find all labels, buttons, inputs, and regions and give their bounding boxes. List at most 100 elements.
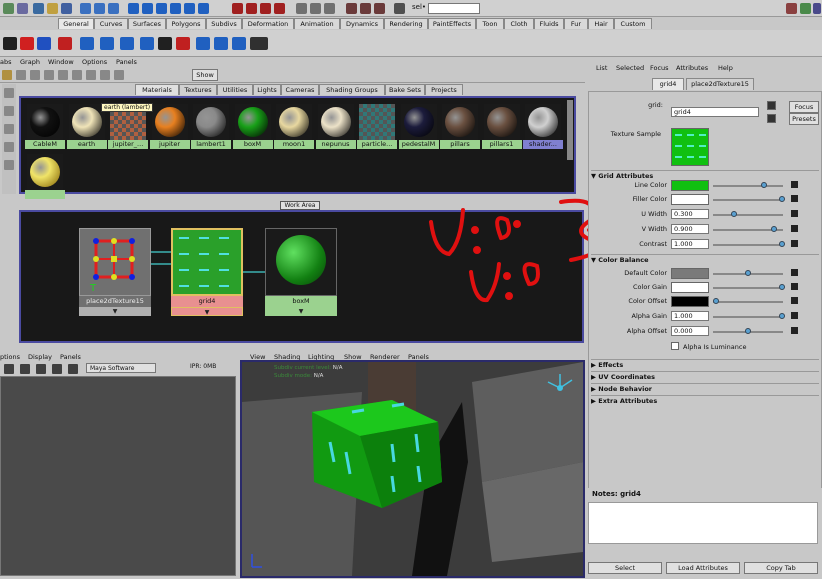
shelf-tab-painteffects[interactable]: PaintEffects [428, 18, 476, 29]
input-line-menu-icon[interactable] [394, 3, 405, 14]
select-button[interactable]: Select [588, 562, 662, 574]
map-button-icon[interactable] [791, 269, 798, 276]
render-menu-display[interactable]: Display [28, 353, 52, 361]
material-swatch[interactable]: pillars1 [481, 102, 522, 152]
shelf-tool-9-icon[interactable] [158, 37, 172, 50]
open-scene-icon[interactable] [47, 3, 58, 14]
material-swatch[interactable]: CableM [25, 102, 65, 152]
material-swatch[interactable]: moon1 [274, 102, 314, 152]
shelf-tool-7-icon[interactable] [120, 37, 134, 50]
slider-knob[interactable] [779, 284, 785, 290]
node-grid4[interactable]: grid4 ▼ [171, 228, 243, 320]
material-swatch[interactable]: particle... [357, 102, 397, 152]
slider-knob[interactable] [779, 241, 785, 247]
material-swatch-row2[interactable] [25, 152, 65, 202]
outputs-icon[interactable] [324, 3, 335, 14]
shelf-tool-5-icon[interactable] [80, 37, 94, 50]
node-expand-bar[interactable]: ▼ [79, 307, 151, 316]
mask-deform-icon[interactable] [184, 3, 195, 14]
node-expand-bar[interactable]: ▼ [171, 307, 243, 316]
shelf-tool-8-icon[interactable] [140, 37, 154, 50]
line-color-swatch[interactable] [671, 180, 709, 191]
select-component-icon[interactable] [108, 3, 119, 14]
shelf-tab-subdivs[interactable]: Subdivs [206, 18, 242, 29]
ae-menu-help[interactable]: Help [718, 64, 733, 72]
alpha-gain-field[interactable]: 1.000 [671, 311, 709, 321]
map-button-icon[interactable] [791, 312, 798, 319]
shelf-tab-surfaces[interactable]: Surfaces [128, 18, 166, 29]
side-tool-5-icon[interactable] [4, 160, 14, 170]
alpha-is-luminance-checkbox[interactable] [671, 342, 679, 350]
shelf-tab-toon[interactable]: Toon [476, 18, 504, 29]
hs-menu-window[interactable]: Window [48, 58, 74, 66]
slider-knob[interactable] [745, 328, 751, 334]
select-object-icon[interactable] [94, 3, 105, 14]
snap-point-icon[interactable] [260, 3, 271, 14]
tab-projects[interactable]: Projects [425, 84, 463, 95]
mask-joint-icon[interactable] [142, 3, 153, 14]
v-width-field[interactable]: 0.900 [671, 224, 709, 234]
menu-set-icon[interactable] [17, 3, 28, 14]
channel-box-toggle-icon[interactable] [813, 3, 821, 14]
renderer-dropdown[interactable]: Maya Software [86, 363, 156, 373]
tab-cameras[interactable]: Cameras [281, 84, 319, 95]
materials-scrollbar[interactable] [567, 100, 573, 160]
ipr-render-icon[interactable] [360, 3, 371, 14]
inputs-icon[interactable] [310, 3, 321, 14]
shelf-tool-3-icon[interactable] [37, 37, 51, 50]
line-color-slider[interactable] [713, 185, 783, 187]
save-scene-icon[interactable] [61, 3, 72, 14]
snap-curve-icon[interactable] [246, 3, 257, 14]
tab-work-area[interactable]: Work Area [280, 201, 320, 210]
mask-curve-icon[interactable] [156, 3, 167, 14]
side-tool-4-icon[interactable] [4, 142, 14, 152]
map-button-icon[interactable] [791, 225, 798, 232]
show-button[interactable]: Show [192, 69, 218, 81]
shelf-tool-14-icon[interactable] [250, 37, 268, 50]
slider-knob[interactable] [745, 270, 751, 276]
hs-menu-panels[interactable]: Panels [116, 58, 137, 66]
hs-menu-abs[interactable]: abs [0, 58, 12, 66]
shelf-tool-6-icon[interactable] [100, 37, 114, 50]
material-swatch[interactable]: nepunus [315, 102, 356, 152]
shelf-tab-rendering[interactable]: Rendering [384, 18, 428, 29]
map-button-icon[interactable] [791, 210, 798, 217]
shelf-tool-13-icon[interactable] [232, 37, 246, 50]
shelf-tab-curves[interactable]: Curves [94, 18, 128, 29]
tool-settings-toggle-icon[interactable] [800, 3, 811, 14]
section-color-balance[interactable]: ▼ Color Balance [591, 254, 819, 265]
shelf-tab-fur[interactable]: Fur [564, 18, 588, 29]
map-button-icon[interactable] [791, 327, 798, 334]
slider-knob[interactable] [713, 298, 719, 304]
selection-field[interactable] [428, 3, 480, 14]
alpha-offset-field[interactable]: 0.000 [671, 326, 709, 336]
attribute-editor-toggle-icon[interactable] [786, 3, 797, 14]
alpha-gain-slider[interactable] [713, 316, 783, 318]
output-connection-icon[interactable] [767, 114, 776, 123]
clear-graph-icon[interactable] [58, 70, 68, 80]
load-attributes-button[interactable]: Load Attributes [666, 562, 740, 574]
shelf-tab-animation[interactable]: Animation [294, 18, 340, 29]
filler-color-slider[interactable] [713, 199, 783, 201]
material-swatch[interactable]: boxM [232, 102, 273, 152]
map-button-icon[interactable] [791, 297, 798, 304]
section-node-behavior[interactable]: ▶ Node Behavior [591, 383, 819, 394]
shelf-tool-2-icon[interactable] [20, 37, 34, 50]
contrast-field[interactable]: 1.000 [671, 239, 709, 249]
color-gain-swatch[interactable] [671, 282, 709, 293]
shelf-tab-fluids[interactable]: Fluids [534, 18, 564, 29]
ae-tab-grid4[interactable]: grid4 [652, 78, 684, 90]
mask-surface-icon[interactable] [170, 3, 181, 14]
history-icon[interactable] [296, 3, 307, 14]
shelf-tab-deformation[interactable]: Deformation [242, 18, 294, 29]
side-tool-1-icon[interactable] [4, 88, 14, 98]
redo-render-icon[interactable] [20, 364, 30, 374]
map-button-icon[interactable] [791, 195, 798, 202]
slider-knob[interactable] [731, 211, 737, 217]
snap-plane-icon[interactable] [274, 3, 285, 14]
default-color-swatch[interactable] [671, 268, 709, 279]
rearrange-icon[interactable] [72, 70, 82, 80]
material-swatch[interactable]: jupiter [149, 102, 190, 152]
slider-knob[interactable] [761, 182, 767, 188]
map-button-icon[interactable] [791, 181, 798, 188]
